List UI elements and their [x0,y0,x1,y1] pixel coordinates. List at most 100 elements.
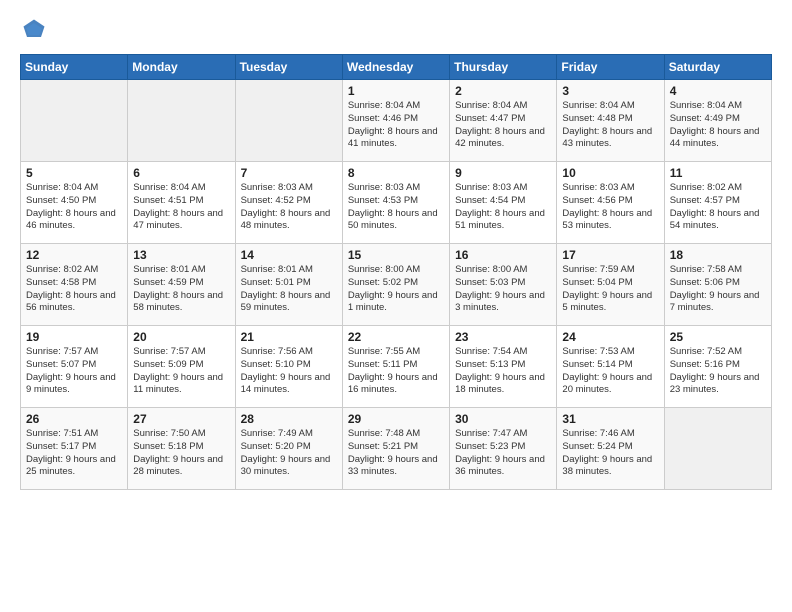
calendar-cell: 8 Sunrise: 8:03 AM Sunset: 4:53 PM Daylig… [342,162,449,244]
weekday-header-saturday: Saturday [664,55,771,80]
day-number: 16 [455,248,551,262]
day-info: Sunrise: 8:03 AM Sunset: 4:52 PM Dayligh… [241,182,337,233]
day-info: Sunrise: 8:03 AM Sunset: 4:56 PM Dayligh… [562,182,658,233]
calendar-cell: 4 Sunrise: 8:04 AM Sunset: 4:49 PM Daylig… [664,80,771,162]
day-number: 20 [133,330,229,344]
day-number: 1 [348,84,444,98]
day-info: Sunrise: 8:00 AM Sunset: 5:02 PM Dayligh… [348,264,444,315]
day-number: 2 [455,84,551,98]
calendar-cell: 24 Sunrise: 7:53 AM Sunset: 5:14 PM Dayli… [557,326,664,408]
calendar-cell: 10 Sunrise: 8:03 AM Sunset: 4:56 PM Dayli… [557,162,664,244]
calendar-cell: 2 Sunrise: 8:04 AM Sunset: 4:47 PM Daylig… [450,80,557,162]
week-row-1: 1 Sunrise: 8:04 AM Sunset: 4:46 PM Daylig… [21,80,772,162]
weekday-header-thursday: Thursday [450,55,557,80]
day-number: 22 [348,330,444,344]
day-info: Sunrise: 8:02 AM Sunset: 4:57 PM Dayligh… [670,182,766,233]
day-info: Sunrise: 7:55 AM Sunset: 5:11 PM Dayligh… [348,346,444,397]
calendar-cell: 9Sunrise: 8:03 AM Sunset: 4:54 PM Daylig… [450,162,557,244]
day-number: 14 [241,248,337,262]
calendar-cell: 5 Sunrise: 8:04 AM Sunset: 4:50 PM Daylig… [21,162,128,244]
day-number: 3 [562,84,658,98]
week-row-4: 19Sunrise: 7:57 AM Sunset: 5:07 PM Dayli… [21,326,772,408]
day-info: Sunrise: 8:04 AM Sunset: 4:49 PM Dayligh… [670,100,766,151]
day-number: 31 [562,412,658,426]
day-info: Sunrise: 7:49 AM Sunset: 5:20 PM Dayligh… [241,428,337,479]
week-row-2: 5 Sunrise: 8:04 AM Sunset: 4:50 PM Daylig… [21,162,772,244]
day-number: 27 [133,412,229,426]
calendar-cell: 26Sunrise: 7:51 AM Sunset: 5:17 PM Dayli… [21,408,128,490]
day-info: Sunrise: 7:58 AM Sunset: 5:06 PM Dayligh… [670,264,766,315]
day-info: Sunrise: 8:02 AM Sunset: 4:58 PM Dayligh… [26,264,122,315]
day-number: 17 [562,248,658,262]
calendar-cell [664,408,771,490]
day-number: 11 [670,166,766,180]
day-number: 5 [26,166,122,180]
calendar-cell: 28 Sunrise: 7:49 AM Sunset: 5:20 PM Dayli… [235,408,342,490]
day-number: 24 [562,330,658,344]
day-info: Sunrise: 7:57 AM Sunset: 5:09 PM Dayligh… [133,346,229,397]
day-info: Sunrise: 7:48 AM Sunset: 5:21 PM Dayligh… [348,428,444,479]
day-number: 7 [241,166,337,180]
day-info: Sunrise: 7:47 AM Sunset: 5:23 PM Dayligh… [455,428,551,479]
calendar-cell: 31 Sunrise: 7:46 AM Sunset: 5:24 PM Dayli… [557,408,664,490]
day-number: 29 [348,412,444,426]
calendar-table: SundayMondayTuesdayWednesdayThursdayFrid… [20,54,772,490]
day-number: 25 [670,330,766,344]
day-number: 15 [348,248,444,262]
calendar-cell: 3Sunrise: 8:04 AM Sunset: 4:48 PM Daylig… [557,80,664,162]
day-number: 21 [241,330,337,344]
day-info: Sunrise: 8:04 AM Sunset: 4:46 PM Dayligh… [348,100,444,151]
day-info: Sunrise: 7:50 AM Sunset: 5:18 PM Dayligh… [133,428,229,479]
day-info: Sunrise: 7:52 AM Sunset: 5:16 PM Dayligh… [670,346,766,397]
weekday-header-tuesday: Tuesday [235,55,342,80]
day-info: Sunrise: 8:01 AM Sunset: 4:59 PM Dayligh… [133,264,229,315]
day-info: Sunrise: 8:04 AM Sunset: 4:47 PM Dayligh… [455,100,551,151]
calendar-cell: 11 Sunrise: 8:02 AM Sunset: 4:57 PM Dayli… [664,162,771,244]
day-info: Sunrise: 7:56 AM Sunset: 5:10 PM Dayligh… [241,346,337,397]
calendar-cell: 14Sunrise: 8:01 AM Sunset: 5:01 PM Dayli… [235,244,342,326]
week-row-3: 12Sunrise: 8:02 AM Sunset: 4:58 PM Dayli… [21,244,772,326]
calendar-cell: 6 Sunrise: 8:04 AM Sunset: 4:51 PM Daylig… [128,162,235,244]
calendar-cell: 30 Sunrise: 7:47 AM Sunset: 5:23 PM Dayli… [450,408,557,490]
day-info: Sunrise: 8:04 AM Sunset: 4:50 PM Dayligh… [26,182,122,233]
day-number: 13 [133,248,229,262]
calendar-cell: 23 Sunrise: 7:54 AM Sunset: 5:13 PM Dayli… [450,326,557,408]
day-info: Sunrise: 7:53 AM Sunset: 5:14 PM Dayligh… [562,346,658,397]
calendar-cell: 16 Sunrise: 8:00 AM Sunset: 5:03 PM Dayli… [450,244,557,326]
logo [20,16,54,44]
calendar-cell: 18 Sunrise: 7:58 AM Sunset: 5:06 PM Dayli… [664,244,771,326]
calendar-cell: 19Sunrise: 7:57 AM Sunset: 5:07 PM Dayli… [21,326,128,408]
calendar-cell: 13 Sunrise: 8:01 AM Sunset: 4:59 PM Dayli… [128,244,235,326]
day-number: 23 [455,330,551,344]
day-number: 28 [241,412,337,426]
calendar-cell: 21 Sunrise: 7:56 AM Sunset: 5:10 PM Dayli… [235,326,342,408]
day-info: Sunrise: 8:03 AM Sunset: 4:54 PM Dayligh… [455,182,551,233]
day-info: Sunrise: 8:04 AM Sunset: 4:51 PM Dayligh… [133,182,229,233]
calendar-cell: 29 Sunrise: 7:48 AM Sunset: 5:21 PM Dayli… [342,408,449,490]
day-number: 6 [133,166,229,180]
week-row-5: 26Sunrise: 7:51 AM Sunset: 5:17 PM Dayli… [21,408,772,490]
calendar-cell [21,80,128,162]
day-info: Sunrise: 7:59 AM Sunset: 5:04 PM Dayligh… [562,264,658,315]
day-number: 26 [26,412,122,426]
day-info: Sunrise: 8:00 AM Sunset: 5:03 PM Dayligh… [455,264,551,315]
calendar-cell: 25 Sunrise: 7:52 AM Sunset: 5:16 PM Dayli… [664,326,771,408]
weekday-header-wednesday: Wednesday [342,55,449,80]
header [20,16,772,44]
day-info: Sunrise: 8:03 AM Sunset: 4:53 PM Dayligh… [348,182,444,233]
day-number: 30 [455,412,551,426]
calendar-cell: 22 Sunrise: 7:55 AM Sunset: 5:11 PM Dayli… [342,326,449,408]
calendar-cell: 20 Sunrise: 7:57 AM Sunset: 5:09 PM Dayli… [128,326,235,408]
weekday-header-friday: Friday [557,55,664,80]
calendar-cell: 12Sunrise: 8:02 AM Sunset: 4:58 PM Dayli… [21,244,128,326]
day-info: Sunrise: 7:46 AM Sunset: 5:24 PM Dayligh… [562,428,658,479]
day-number: 4 [670,84,766,98]
page: SundayMondayTuesdayWednesdayThursdayFrid… [0,0,792,612]
day-number: 8 [348,166,444,180]
day-number: 18 [670,248,766,262]
day-number: 10 [562,166,658,180]
calendar-cell: 27 Sunrise: 7:50 AM Sunset: 5:18 PM Dayli… [128,408,235,490]
day-info: Sunrise: 7:54 AM Sunset: 5:13 PM Dayligh… [455,346,551,397]
calendar-cell: 17 Sunrise: 7:59 AM Sunset: 5:04 PM Dayli… [557,244,664,326]
day-info: Sunrise: 7:57 AM Sunset: 5:07 PM Dayligh… [26,346,122,397]
